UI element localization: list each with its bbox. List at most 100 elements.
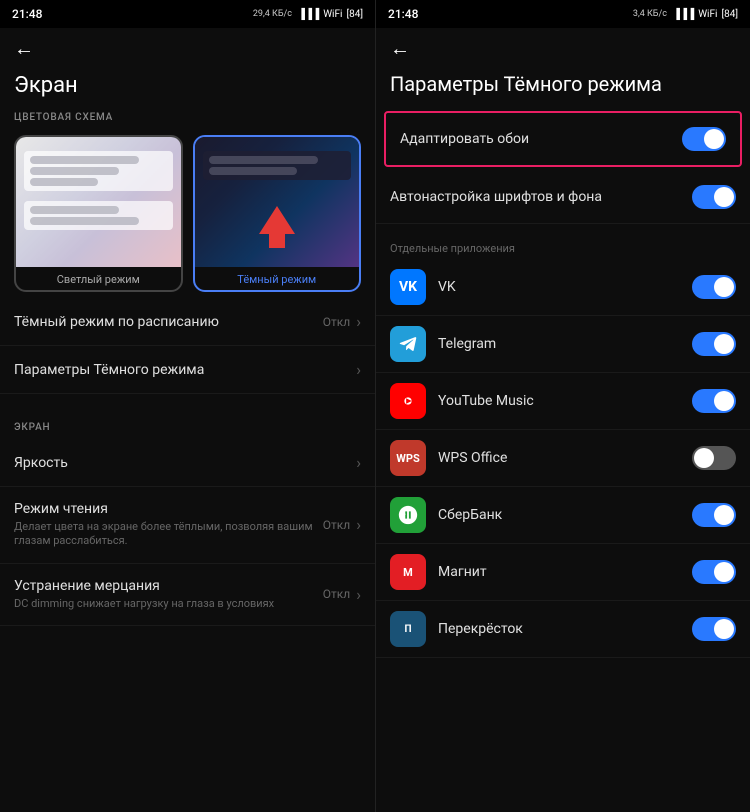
light-theme-label: Светлый режим [16,267,181,290]
menu-item-title: Яркость [14,455,346,471]
adapt-wallpaper-toggle[interactable] [682,127,726,151]
toggle-knob [704,129,724,149]
toggle-knob [714,334,734,354]
light-preview-card [24,151,173,191]
magnit-icon: М [390,554,426,590]
menu-item-left: Режим чтения Делает цвета на экране боле… [14,501,323,549]
vk-icon: VK [390,269,426,305]
toggle-knob [714,619,734,639]
adapt-wallpaper-highlighted: Адаптировать обои [384,111,742,167]
menu-item-left: Яркость [14,455,356,471]
sber-toggle[interactable] [692,503,736,527]
toggle-knob [714,391,734,411]
menu-item-right: Откл › [323,585,361,604]
preview-line [30,178,98,186]
perekrestok-toggle[interactable] [692,617,736,641]
wps-toggle[interactable] [692,446,736,470]
arrow-indicator [259,206,295,252]
wps-name: WPS Office [438,450,692,466]
light-theme-preview [16,137,181,267]
dark-preview-card [203,151,352,180]
app-row-magnit[interactable]: М Магнит [376,544,750,601]
app-row-vk[interactable]: VK VK [376,259,750,316]
telegram-icon [390,326,426,362]
toggle-knob [714,505,734,525]
menu-item-value: Откл [323,587,350,601]
telegram-toggle[interactable] [692,332,736,356]
apps-section-label: Отдельные приложения [376,234,750,259]
magnit-toggle[interactable] [692,560,736,584]
back-nav-right: ← [376,28,750,65]
chevron-icon: › [356,585,361,604]
preview-line [209,156,318,164]
toggle-knob [714,562,734,582]
left-panel: 21:48 29,4 КБ/с ▐▐▐ WiFi [84] ← Экран ЦВ… [0,0,375,812]
menu-item-value: Откл [323,518,350,532]
auto-font-bg-item[interactable]: Автонастройка шрифтов и фона [376,171,750,224]
chevron-icon: › [356,312,361,331]
back-arrow-left[interactable]: ← [14,36,34,60]
toggle-knob [694,448,714,468]
menu-item-right: Откл › [323,312,361,331]
color-scheme-label: ЦВЕТОВАЯ СХЕМА [0,102,375,129]
right-panel: 21:48 3,4 КБ/с ▐▐▐ WiFi [84] ← Параметры… [375,0,750,812]
dark-mode-schedule-item[interactable]: Тёмный режим по расписанию Откл › [0,298,375,346]
menu-item-subtitle: DC dimming снижает нагрузку на глаза в у… [14,597,313,611]
section-gap [0,394,375,414]
auto-font-toggle[interactable] [692,185,736,209]
time-right: 21:48 [388,7,418,21]
net-speed-right: 3,4 КБ/с [633,9,667,19]
app-row-perekrestok[interactable]: П Перекрёсток [376,601,750,658]
menu-item-title: Параметры Тёмного режима [14,362,346,378]
status-bar-right: 21:48 3,4 КБ/с ▐▐▐ WiFi [84] [376,0,750,28]
wifi-icon: WiFi [323,9,342,20]
dark-mode-params-item[interactable]: Параметры Тёмного режима › [0,346,375,394]
menu-item-left: Устранение мерцания DC dimming снижает н… [14,578,323,611]
light-preview-card2 [24,201,173,230]
perekrestok-icon: П [390,611,426,647]
vk-toggle[interactable] [692,275,736,299]
page-title-left: Экран [0,65,375,102]
adapt-wallpaper-label: Адаптировать обои [400,131,672,147]
app-row-sber[interactable]: ✓ СберБанк [376,487,750,544]
ytmusic-icon [390,383,426,419]
net-speed-left: 29,4 КБ/с [253,9,292,19]
dark-theme-label: Тёмный режим [195,267,360,290]
chevron-icon: › [356,453,361,472]
time-left: 21:48 [12,7,42,21]
status-bar-left: 21:48 29,4 КБ/с ▐▐▐ WiFi [84] [0,0,375,28]
app-row-telegram[interactable]: Telegram [376,316,750,373]
perekrestok-name: Перекрёсток [438,621,692,637]
menu-item-title: Устранение мерцания [14,578,313,594]
ytmusic-name: YouTube Music [438,393,692,409]
page-title-right: Параметры Тёмного режима [376,65,750,107]
dark-theme-preview [195,137,360,267]
app-row-wps[interactable]: WPS WPS Office [376,430,750,487]
screen-section-label: ЭКРАН [0,414,375,439]
auto-font-label: Автонастройка шрифтов и фона [390,189,682,205]
menu-item-title: Тёмный режим по расписанию [14,314,313,330]
color-scheme-row: Светлый режим Тёмный режим [0,129,375,298]
ytmusic-toggle[interactable] [692,389,736,413]
back-nav-left: ← [0,28,375,65]
light-theme-card[interactable]: Светлый режим [14,135,183,292]
flicker-item[interactable]: Устранение мерцания DC dimming снижает н… [0,564,375,626]
back-arrow-right[interactable]: ← [390,36,410,60]
toggle-knob [714,187,734,207]
auto-font-label-container: Автонастройка шрифтов и фона [390,189,692,205]
magnit-name: Магнит [438,564,692,580]
reading-mode-item[interactable]: Режим чтения Делает цвета на экране боле… [0,487,375,564]
status-icons-right: 3,4 КБ/с ▐▐▐ WiFi [84] [633,9,738,20]
menu-item-left: Тёмный режим по расписанию [14,314,323,330]
menu-item-right: Откл › [323,515,361,534]
brightness-item[interactable]: Яркость › [0,439,375,487]
preview-line [30,217,139,225]
svg-text:✓: ✓ [400,513,408,523]
app-row-ytmusic[interactable]: YouTube Music [376,373,750,430]
wps-icon: WPS [390,440,426,476]
signal-icon: ▐▐▐ [673,9,694,20]
menu-item-right: › [356,360,361,379]
adapt-wallpaper-item[interactable]: Адаптировать обои [386,113,740,165]
battery-icon: [84] [346,9,363,20]
dark-theme-card[interactable]: Тёмный режим [193,135,362,292]
